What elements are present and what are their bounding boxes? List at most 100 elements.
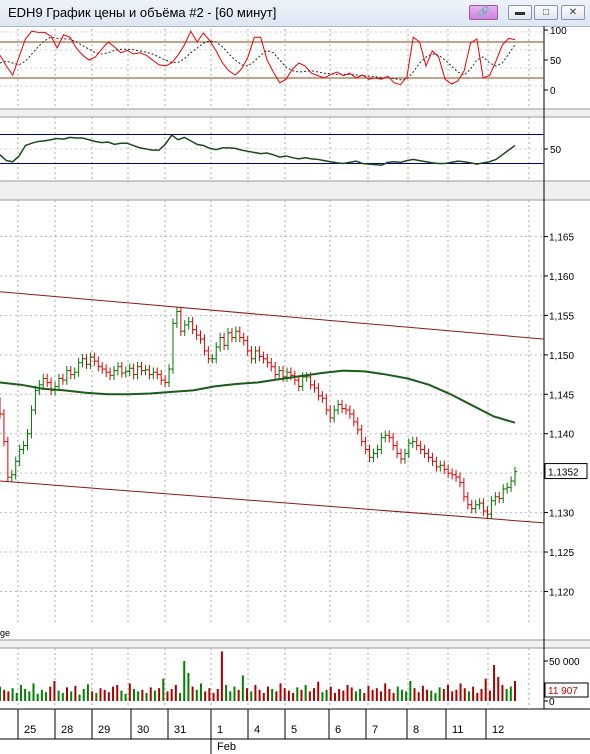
price-bar xyxy=(284,367,289,382)
price-tick-label: 1,150 xyxy=(549,351,574,362)
price-bar xyxy=(324,393,329,415)
price-bar xyxy=(469,499,474,514)
price-bar xyxy=(186,316,191,330)
x-tick-label: 30 xyxy=(137,724,149,736)
price-bar xyxy=(273,361,278,380)
price-bar xyxy=(159,369,164,385)
price-bar xyxy=(53,381,58,396)
price-bar xyxy=(446,464,451,478)
x-tick-label: 1 xyxy=(217,724,223,736)
price-tick-label: 1,120 xyxy=(549,587,574,598)
price-bar xyxy=(119,361,124,378)
price-bar xyxy=(241,332,246,346)
chart-area[interactable]: 100500 50 1,1651,1601,1551,1501,1451,140… xyxy=(0,26,590,754)
price-bar xyxy=(112,365,117,381)
x-tick-label: 11 xyxy=(452,724,463,736)
oscillator-line xyxy=(0,134,516,167)
price-bar xyxy=(355,417,360,435)
pane-separator[interactable] xyxy=(0,109,590,117)
x-tick-label: 25 xyxy=(24,724,36,736)
price-tick-label: 1,130 xyxy=(549,509,574,520)
price-bar xyxy=(505,482,510,494)
price-bar xyxy=(178,306,183,336)
moving-average-line xyxy=(0,369,516,424)
price-bar xyxy=(383,430,388,443)
stochastic-tick-label: 50 xyxy=(550,56,562,67)
last-volume-label: 11 907 xyxy=(548,686,578,697)
last-price-label: 1,1352 xyxy=(548,468,579,479)
price-bar xyxy=(68,365,73,380)
price-bar xyxy=(426,448,431,463)
price-tick-label: 1,125 xyxy=(549,548,574,559)
price-bar xyxy=(450,468,455,480)
price-bar xyxy=(104,364,109,377)
price-bar xyxy=(296,375,301,392)
price-bar xyxy=(29,405,34,439)
price-bar xyxy=(222,332,227,351)
x-tick-label: 28 xyxy=(61,724,73,736)
price-bar xyxy=(454,469,459,482)
pane-separator[interactable] xyxy=(0,181,590,200)
price-bar xyxy=(434,456,439,472)
price-bar xyxy=(60,373,65,385)
x-tick-label: 7 xyxy=(372,724,378,736)
close-button[interactable]: ✕ xyxy=(561,5,585,20)
price-bar xyxy=(371,448,376,463)
price-bar xyxy=(347,405,352,419)
price-bar xyxy=(56,373,61,392)
minimize-button[interactable]: ▬ xyxy=(508,5,532,20)
price-bar xyxy=(406,438,411,459)
price-bar xyxy=(422,444,427,459)
price-bar xyxy=(41,373,46,390)
maximize-button[interactable]: □ xyxy=(534,5,558,20)
price-bar xyxy=(72,367,77,380)
price-bar xyxy=(312,380,317,393)
price-bar xyxy=(430,452,435,467)
price-bar xyxy=(438,460,443,472)
oscillator-pane: 50 xyxy=(0,134,562,167)
price-bar xyxy=(167,364,172,388)
price-bar xyxy=(395,440,400,459)
price-bar xyxy=(147,365,152,380)
price-bar xyxy=(33,385,38,415)
price-bar xyxy=(343,403,348,415)
price-bar xyxy=(233,326,238,343)
minimize-icon: ▬ xyxy=(515,7,525,18)
price-bar xyxy=(80,354,85,368)
price-tick-label: 1,155 xyxy=(549,311,574,322)
pane-separator[interactable] xyxy=(0,640,590,648)
stochastic-tick-label: 0 xyxy=(550,86,556,97)
link-button[interactable]: 🔗 xyxy=(469,5,498,20)
oscillator-tick-label: 50 xyxy=(550,145,562,156)
stochastic-k-line xyxy=(0,30,516,86)
price-bar xyxy=(49,377,54,396)
price-bar xyxy=(100,361,105,374)
x-tick-label: 31 xyxy=(174,724,186,736)
price-bar xyxy=(493,492,498,506)
price-bar xyxy=(316,383,321,401)
price-bar xyxy=(513,466,517,486)
price-pane: 1,1651,1601,1551,1501,1451,1401,1351,130… xyxy=(0,233,588,598)
price-bar xyxy=(198,330,203,344)
price-bar xyxy=(194,324,199,340)
channel-lower-line xyxy=(0,480,545,524)
price-bar xyxy=(473,499,478,514)
price-bar xyxy=(418,440,423,455)
price-bar xyxy=(375,444,380,459)
price-bar xyxy=(320,391,325,403)
volume-pane: 50 000 011 907 xyxy=(0,651,589,708)
volume-tick-label: 50 000 xyxy=(549,657,580,668)
price-bar xyxy=(465,492,470,510)
price-bar xyxy=(190,316,195,335)
price-bar xyxy=(261,351,266,364)
price-bar xyxy=(163,375,168,388)
price-bar xyxy=(489,496,494,519)
price-bar xyxy=(363,436,368,455)
price-bar xyxy=(277,365,282,380)
price-bar xyxy=(477,498,482,510)
price-tick-label: 1,160 xyxy=(549,272,574,283)
price-bar xyxy=(25,428,30,451)
price-bar xyxy=(21,440,26,455)
price-bar xyxy=(76,358,81,377)
price-bar xyxy=(151,367,156,380)
